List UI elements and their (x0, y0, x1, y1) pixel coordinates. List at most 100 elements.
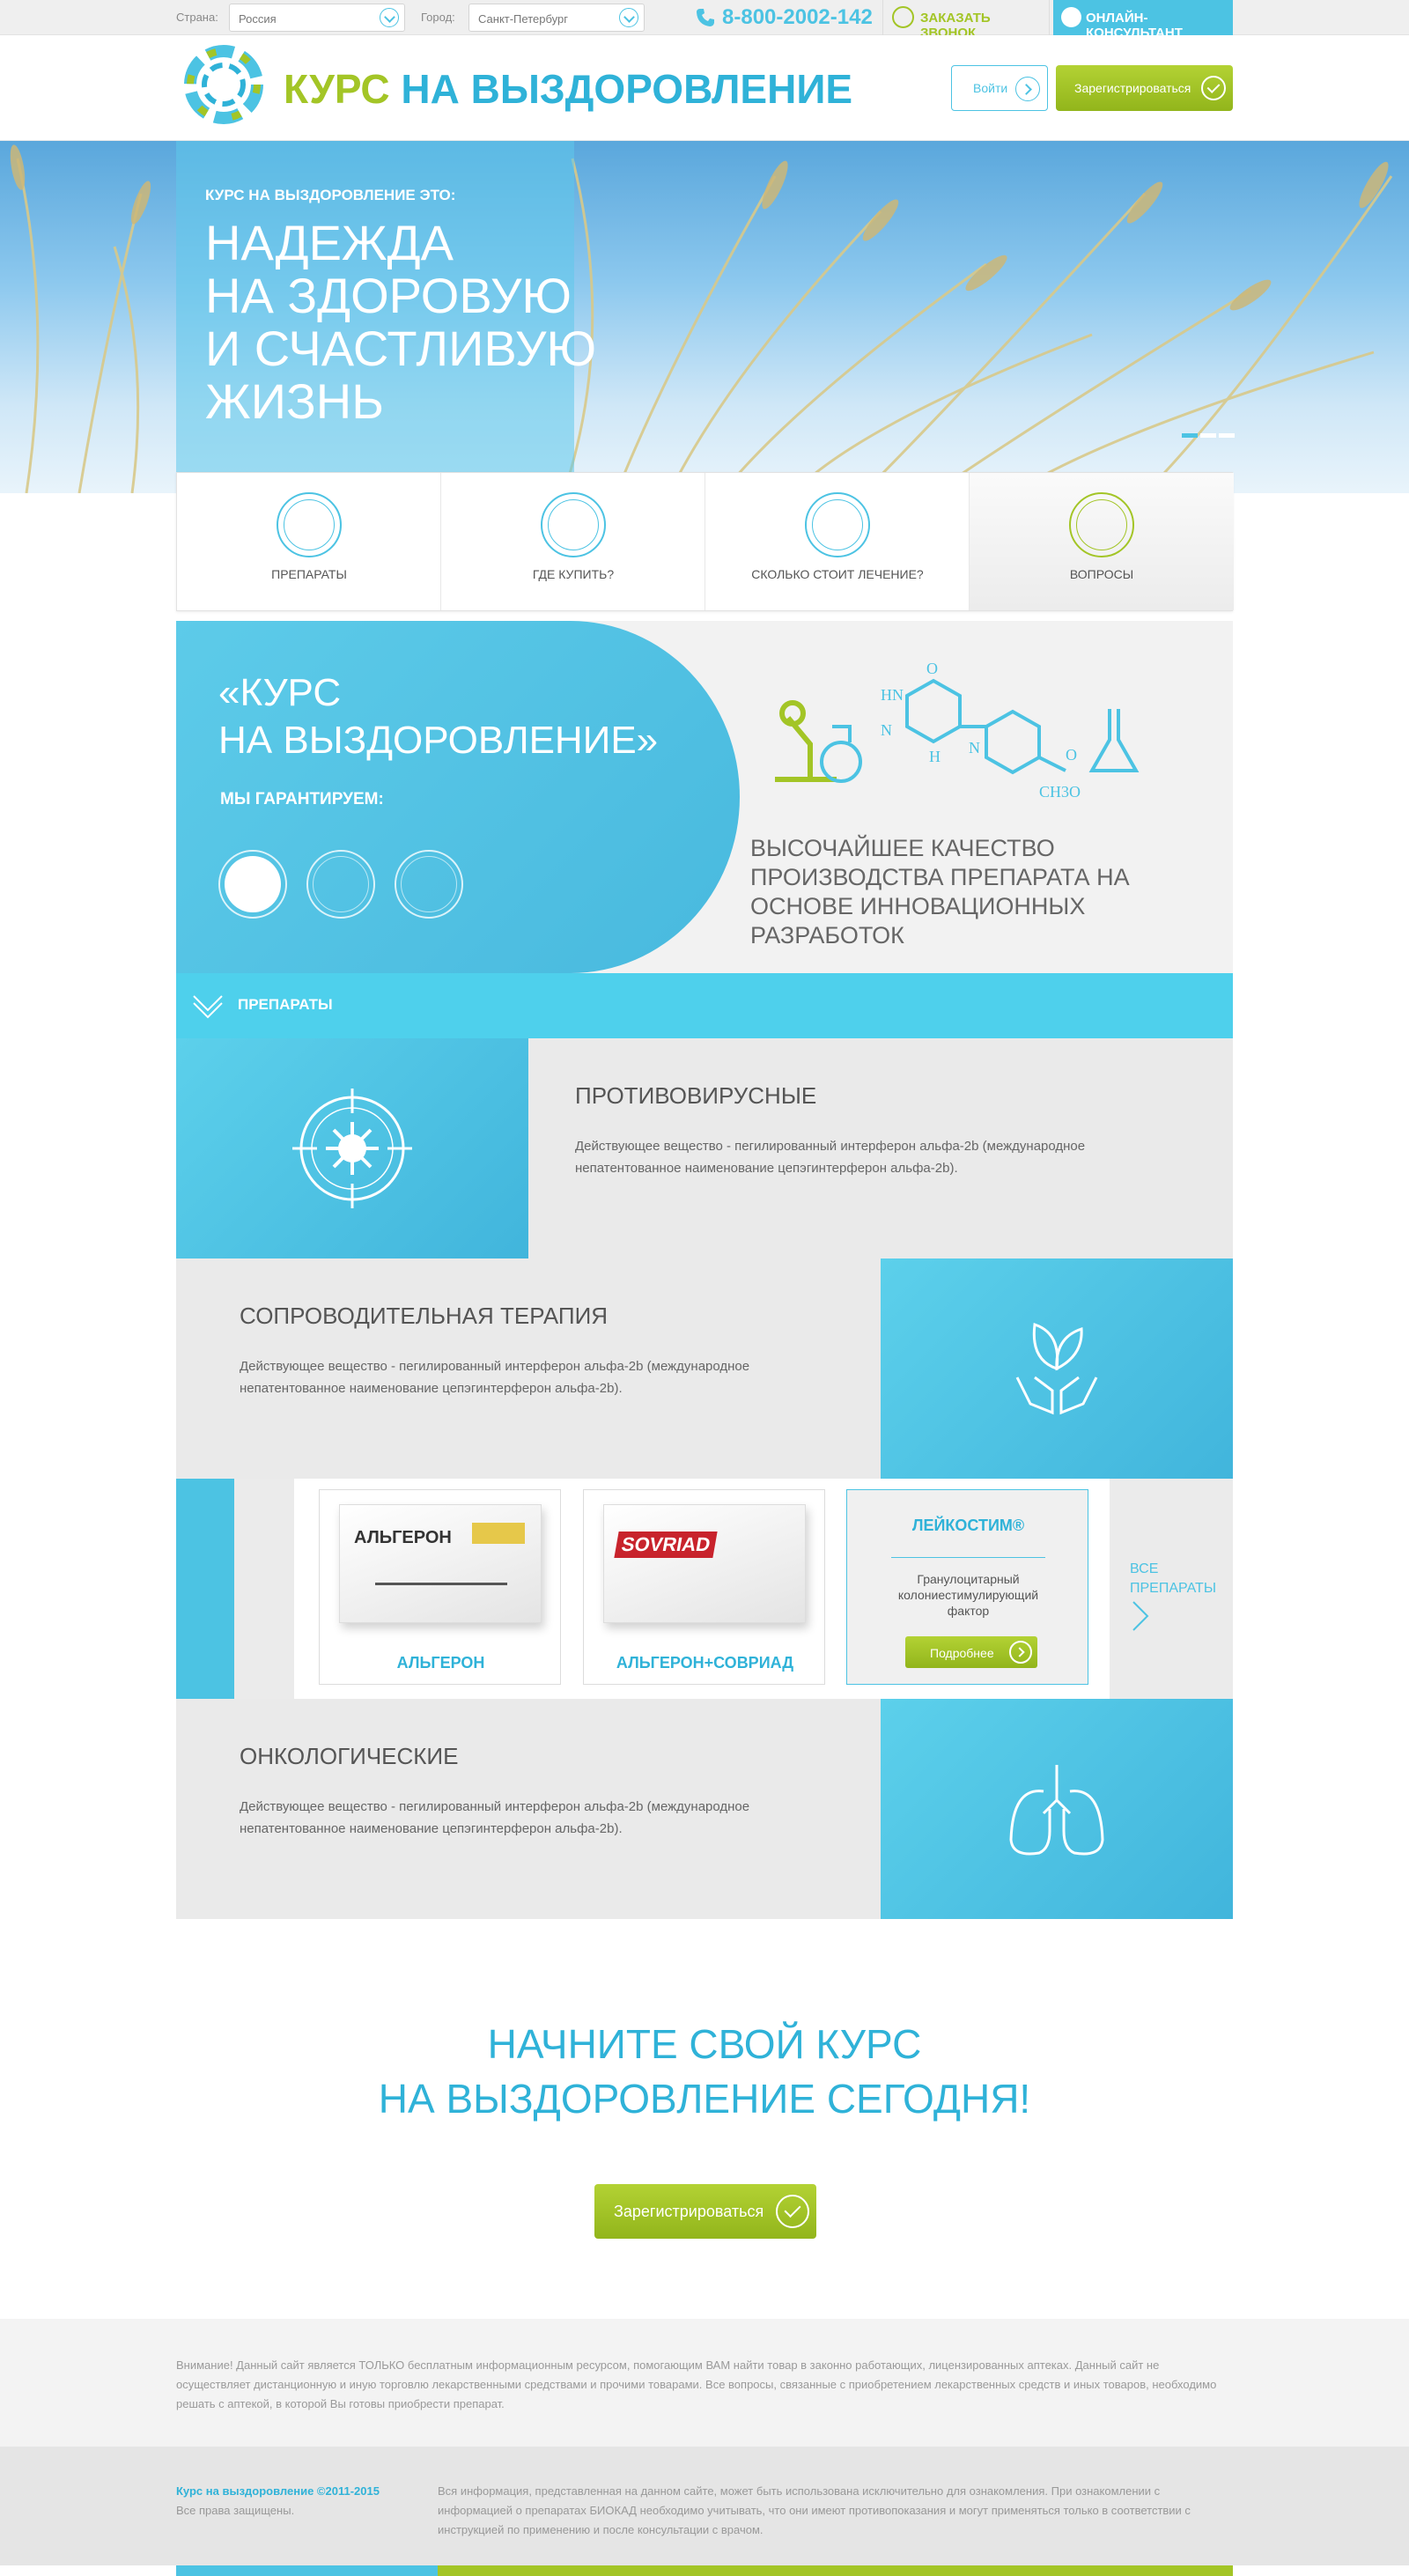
top-bar: Страна: Россия Город: Санкт-Петербург 8-… (0, 0, 1409, 41)
check-icon (776, 2195, 809, 2228)
product-card[interactable]: SOVRIAD АЛЬГЕРОН+СОВРИАД (583, 1489, 825, 1685)
cta-line: НА ВЫЗДОРОВЛЕНИЕ СЕГОДНЯ! (378, 2076, 1031, 2122)
phone-call-icon (892, 6, 914, 28)
chem-label: N (969, 739, 980, 757)
slider-dot[interactable] (1219, 433, 1235, 438)
feature-where-to-buy[interactable]: ГДЕ КУПИТЬ? (441, 473, 705, 610)
category-desc: Действующее вещество - пегилированный ин… (575, 1139, 1086, 1176)
consultant-icon (1061, 7, 1081, 27)
city-select[interactable]: Санкт-Петербург (468, 4, 645, 32)
product-name: АЛЬГЕРОН+СОВРИАД (616, 1654, 794, 1672)
virus-target-icon (292, 1089, 412, 1208)
notice-text: Внимание! Данный сайт является ТОЛЬКО бе… (176, 2358, 1217, 2410)
footer-info: Вся информация, представленная на данном… (438, 2484, 1191, 2536)
slider-dot[interactable] (1182, 433, 1198, 438)
guarantee-subtitle: МЫ ГАРАНТИРУЕМ: (220, 790, 384, 808)
arrow-right-icon (1009, 1641, 1032, 1664)
category-icon-block (881, 1258, 1233, 1479)
category-oncology[interactable]: ОНКОЛОГИЧЕСКИЕ Действующее вещество - пе… (176, 1699, 1233, 1919)
ruble-icon (805, 492, 870, 557)
features-panel: ПРЕПАРАТЫ ГДЕ КУПИТЬ? СКОЛЬКО СТОИТ ЛЕЧЕ… (176, 472, 1234, 611)
category-title: ПРОТИВОВИРУСНЫЕ (575, 1082, 817, 1109)
molecule-icon (277, 492, 342, 557)
chem-label: H (929, 748, 941, 765)
category-antiviral[interactable]: ПРОТИВОВИРУСНЫЕ Действующее вещество - п… (176, 1038, 1233, 1258)
register-button[interactable]: Зарегистрироваться (1056, 65, 1233, 111)
drugs-bar-title: ПРЕПАРАТЫ (238, 996, 333, 1013)
chem-label: CH3O (1039, 783, 1081, 801)
product-card[interactable]: АЛЬГЕРОН АЛЬГЕРОН (319, 1489, 561, 1685)
logo-word-blue: НА ВЫЗДОРОВЛЕНИЕ (401, 66, 853, 112)
all-drugs-link[interactable]: ВСЕ ПРЕПАРАТЫ (1130, 1560, 1227, 1598)
drugs-section-bar[interactable]: ПРЕПАРАТЫ (176, 973, 1233, 1038)
ruble-hand-icon[interactable] (395, 850, 463, 919)
phone-icon (697, 9, 714, 26)
logo-icon[interactable] (176, 37, 271, 132)
lungs-icon (1009, 1765, 1104, 1856)
more-label: Подробнее (930, 1646, 994, 1660)
feature-label: ПРЕПАРАТЫ (271, 567, 347, 581)
arrow-right-icon (1015, 77, 1040, 101)
more-button[interactable]: Подробнее (905, 1636, 1037, 1668)
country-select[interactable]: Россия (229, 4, 405, 32)
chevron-down-icon (619, 8, 638, 27)
divider (891, 1557, 1045, 1558)
footer-accent-blue (176, 2565, 438, 2576)
cta-register-button[interactable]: Зарегистрироваться (594, 2184, 816, 2239)
feature-label: ГДЕ КУПИТЬ? (532, 567, 615, 581)
category-supportive[interactable]: СОПРОВОДИТЕЛЬНАЯ ТЕРАПИЯ Действующее вещ… (176, 1258, 1233, 1479)
microscope-icon[interactable] (218, 850, 287, 919)
category-title: ОНКОЛОГИЧЕСКИЕ (240, 1743, 459, 1769)
product-card-featured[interactable]: ЛЕЙКОСТИМ® Гранулоцитарный колониестимул… (846, 1489, 1088, 1685)
hero-title-line: ЖИЗНЬ (205, 373, 384, 429)
box-brand: SOVRIAD (614, 1532, 718, 1558)
feature-drugs[interactable]: ПРЕПАРАТЫ (177, 473, 441, 610)
hero-title: НАДЕЖДА НА ЗДОРОВУЮ И СЧАСТЛИВУЮ ЖИЗНЬ (205, 217, 596, 428)
cta-register-label: Зарегистрироваться (614, 2203, 764, 2220)
country-value: Россия (239, 12, 277, 26)
chemistry-illustration: HN O N H N O CH3O (775, 660, 1140, 801)
products-carousel: АЛЬГЕРОН АЛЬГЕРОН SOVRIAD АЛЬГЕРОН+СОВРИ… (176, 1479, 1233, 1699)
feature-label: СКОЛЬКО СТОИТ ЛЕЧЕНИЕ? (751, 567, 924, 581)
cta-heading: НАЧНИТЕ СВОЙ КУРС НА ВЫЗДОРОВЛЕНИЕ СЕГОД… (0, 2017, 1409, 2126)
hero-title-line: НАДЕЖДА (205, 215, 454, 270)
guarantee-text: ВЫСОЧАЙШЕЕ КАЧЕСТВО ПРОИЗВОДСТВА ПРЕПАРА… (750, 835, 1130, 948)
chevron-right-icon[interactable] (1130, 1598, 1151, 1634)
medkit-icon[interactable] (306, 850, 375, 919)
guarantee-title-line: «КУРС (218, 671, 342, 714)
logo-word-green: КУРС (284, 66, 390, 112)
category-desc: Действующее вещество - пегилированный ин… (240, 1799, 750, 1836)
footer: Курс на выздоровление ©2011-2015 Все пра… (0, 2447, 1409, 2565)
callback-button[interactable]: ЗАКАЗАТЬ ЗВОНОК (882, 0, 1050, 41)
logo-text[interactable]: КУРС НА ВЫЗДОРОВЛЕНИЕ (284, 65, 852, 113)
guarantee-title: «КУРС НА ВЫЗДОРОВЛЕНИЕ» (218, 669, 658, 764)
product-name: АЛЬГЕРОН (396, 1654, 485, 1672)
product-box-image: SOVRIAD (603, 1504, 806, 1623)
cta-line: НАЧНИТЕ СВОЙ КУРС (487, 2021, 922, 2067)
category-title: СОПРОВОДИТЕЛЬНАЯ ТЕРАПИЯ (240, 1303, 609, 1329)
carousel-accent (176, 1479, 234, 1699)
register-label: Зарегистрироваться (1074, 81, 1191, 95)
chem-label: O (926, 660, 938, 677)
hero-title-line: И СЧАСТЛИВУЮ (205, 321, 597, 376)
carousel-track: АЛЬГЕРОН АЛЬГЕРОН SOVRIAD АЛЬГЕРОН+СОВРИ… (294, 1479, 1110, 1699)
check-icon (1201, 76, 1226, 100)
login-label: Войти (973, 81, 1008, 95)
feature-questions[interactable]: ВОПРОСЫ (970, 473, 1234, 610)
guarantee-title-line: НА ВЫЗДОРОВЛЕНИЕ» (218, 719, 659, 762)
city-label: Город: (421, 11, 455, 24)
chevron-down-icon (380, 8, 399, 27)
online-consultant-button[interactable]: ОНЛАЙН-КОНСУЛЬТАНТ (1053, 0, 1233, 41)
footer-notice: Внимание! Данный сайт является ТОЛЬКО бе… (0, 2319, 1409, 2447)
slider-dots (1182, 426, 1237, 442)
slider-dot[interactable] (1200, 433, 1216, 438)
hero-subtitle: КУРС НА ВЫЗДОРОВЛЕНИЕ ЭТО: (205, 187, 456, 203)
phone-number[interactable]: 8-800-2002-142 (722, 5, 873, 30)
category-icon-block (176, 1038, 528, 1258)
feature-cost[interactable]: СКОЛЬКО СТОИТ ЛЕЧЕНИЕ? (705, 473, 970, 610)
login-button[interactable]: Войти (951, 65, 1048, 111)
hero-title-line: НА ЗДОРОВУЮ (205, 268, 572, 323)
box-brand: АЛЬГЕРОН (354, 1528, 452, 1547)
copyright: Курс на выздоровление ©2011-2015 Все пра… (176, 2482, 380, 2521)
rights-text: Все права защищены. (176, 2504, 295, 2517)
